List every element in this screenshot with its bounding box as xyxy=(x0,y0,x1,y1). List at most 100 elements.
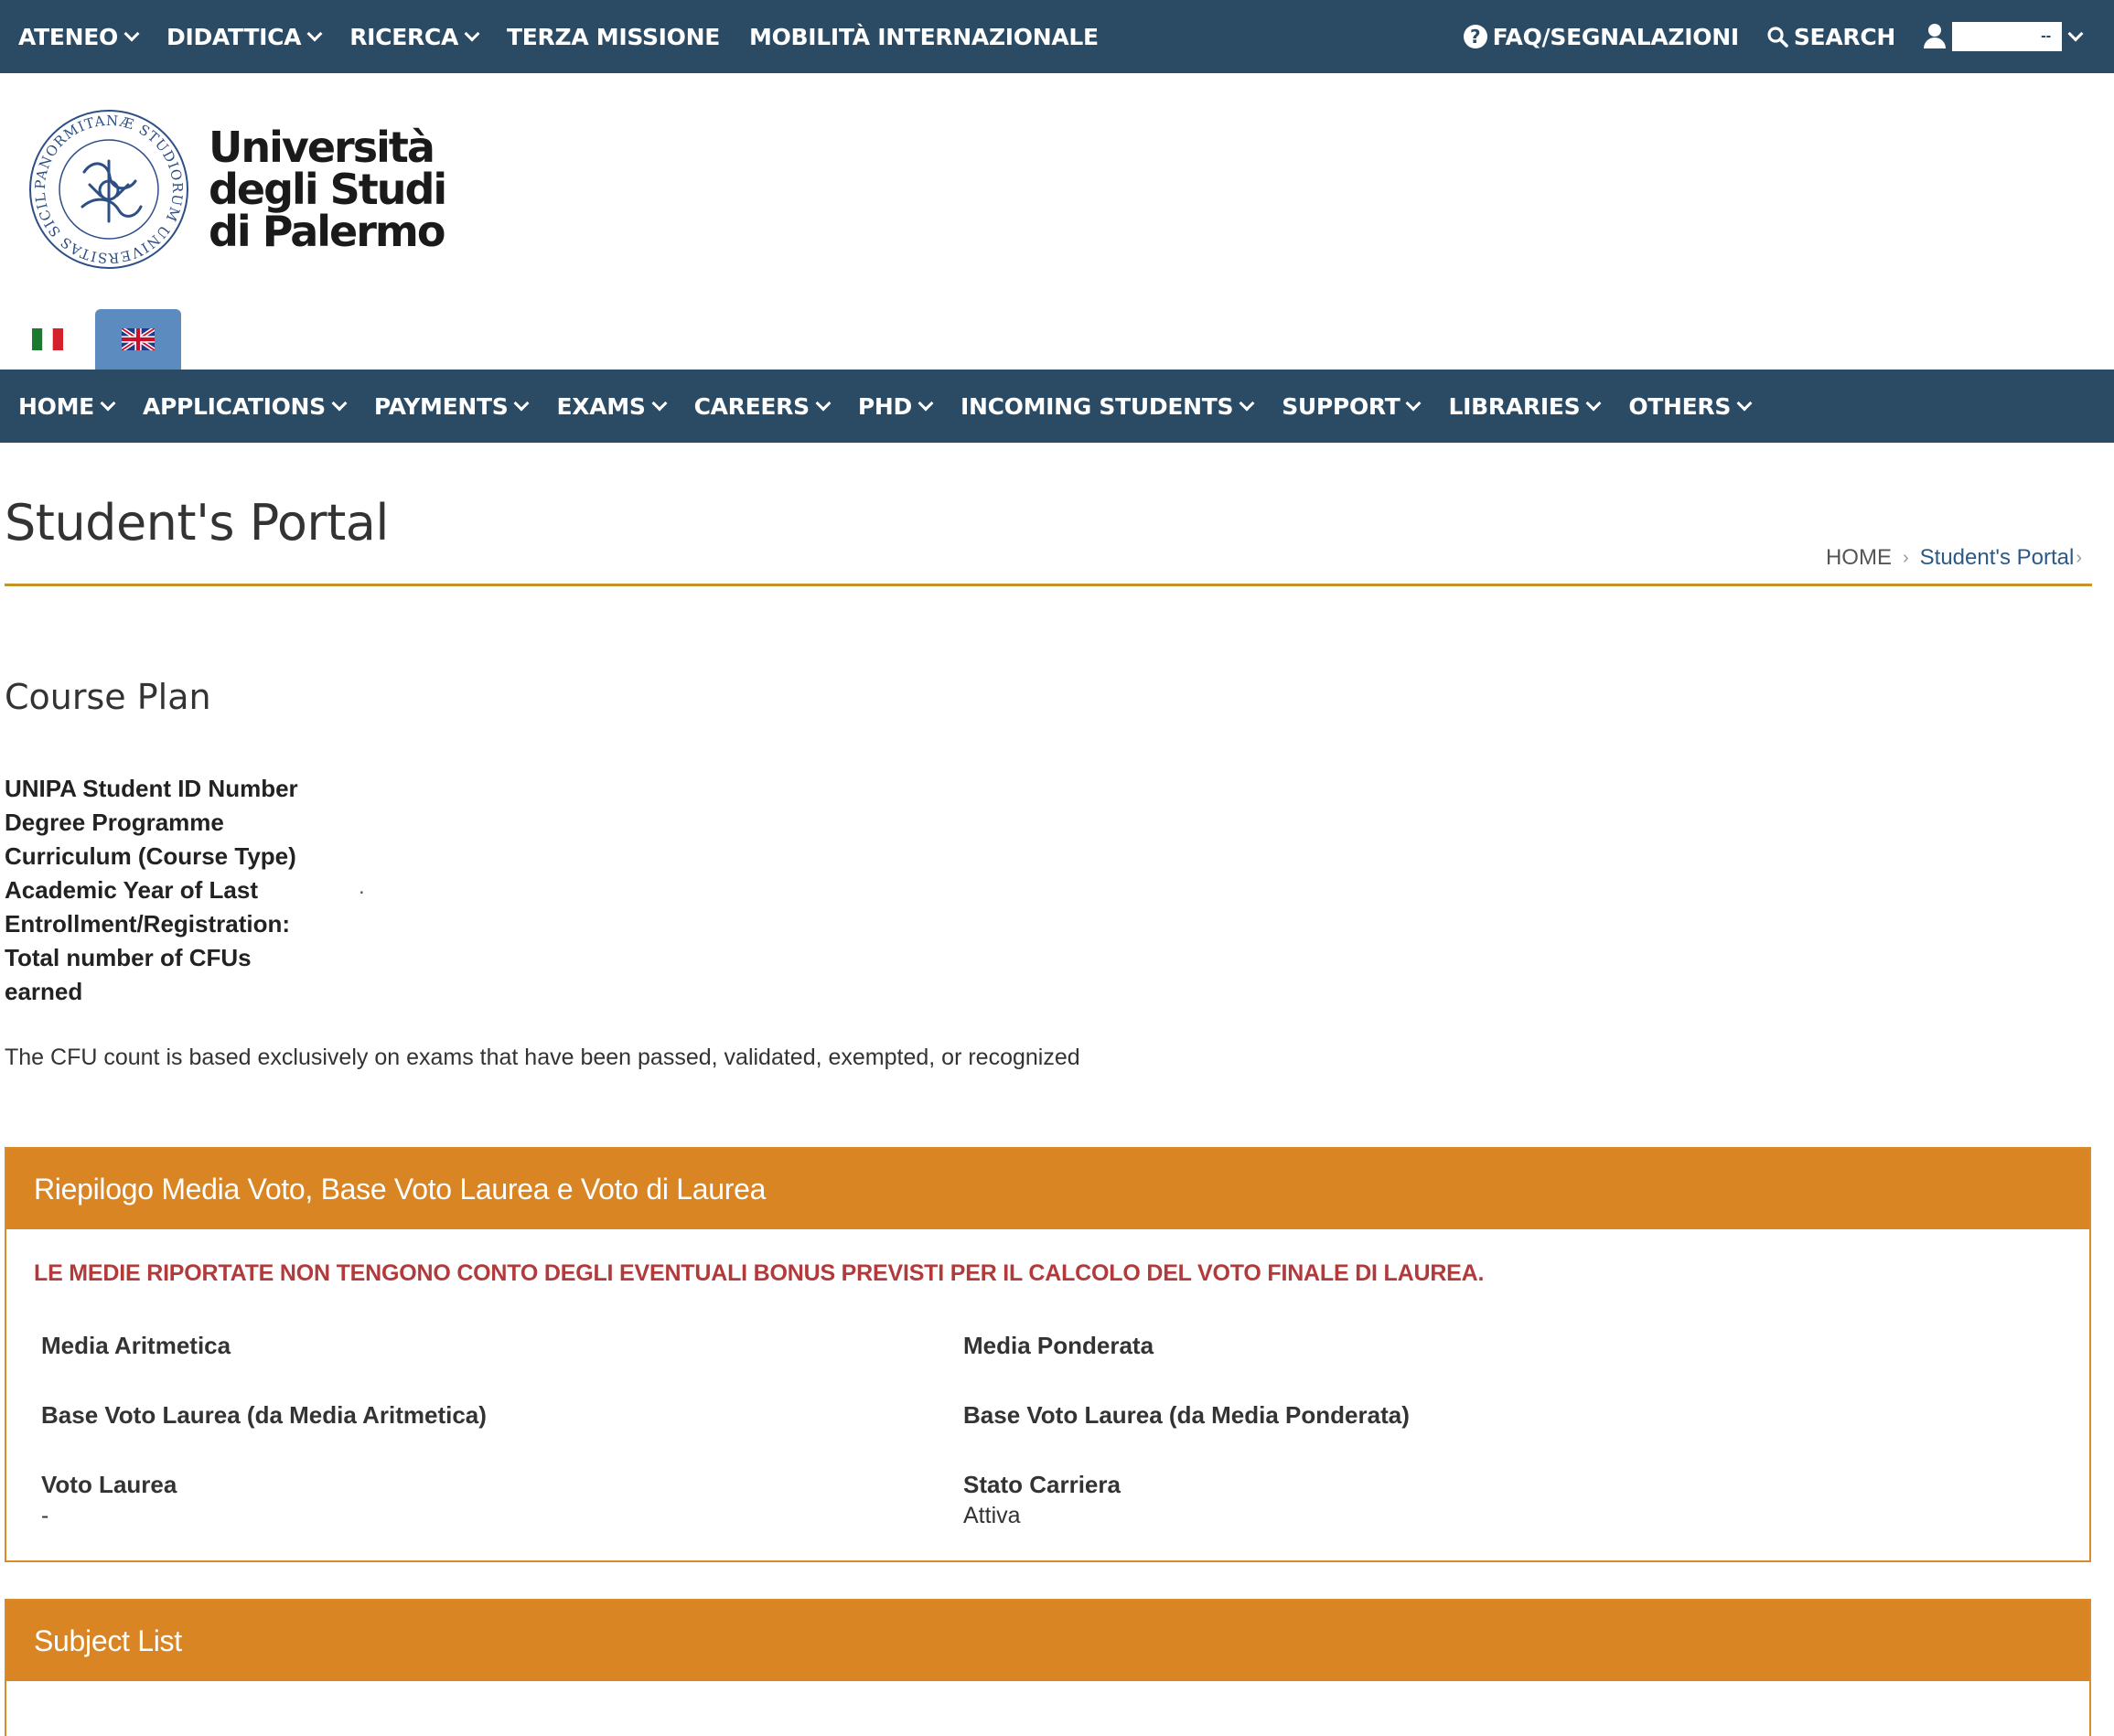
field-student-id-label: UNIPA Student ID Number xyxy=(5,775,298,802)
chevron-down-icon xyxy=(917,395,934,412)
university-seal-icon: PANORMITANÆ STUDIORUM UNIVERSITAS SICILI… xyxy=(27,108,188,269)
main-nav-careers[interactable]: CAREERS xyxy=(693,392,832,420)
stato-carriera-value: Attiva xyxy=(963,1503,1021,1528)
uk-flag-icon xyxy=(122,328,155,350)
user-icon xyxy=(1923,24,1947,49)
top-nav-ricerca[interactable]: RICERCA xyxy=(349,23,480,50)
summary-panel-header: Riepilogo Media Voto, Base Voto Laurea e… xyxy=(6,1149,2089,1229)
university-name-line1: Università xyxy=(209,123,435,172)
top-nav-label: ATENEO xyxy=(18,23,118,50)
summary-panel: Riepilogo Media Voto, Base Voto Laurea e… xyxy=(5,1147,2091,1562)
voto-laurea-value: - xyxy=(41,1503,49,1528)
top-nav-label: RICERCA xyxy=(349,23,459,50)
title-divider xyxy=(5,584,2092,586)
chevron-down-icon xyxy=(100,395,116,412)
field-degree-programme-label: Degree Programme xyxy=(5,809,224,836)
main-nav-applications[interactable]: APPLICATIONS xyxy=(142,392,348,420)
averages-warning: LE MEDIE RIPORTATE NON TENGONO CONTO DEG… xyxy=(34,1260,1485,1286)
main-nav-home[interactable]: HOME xyxy=(18,392,116,420)
breadcrumb-home[interactable]: HOME xyxy=(1826,545,1892,571)
top-nav: ATENEO DIDATTICA RICERCA TERZA MISSIONE … xyxy=(0,24,1128,50)
voto-laurea: Voto Laurea - xyxy=(41,1471,177,1529)
field-curriculum-label: Curriculum (Course Type) xyxy=(5,842,296,870)
page-title: Student's Portal xyxy=(5,494,389,552)
base-voto-ponderata: Base Voto Laurea (da Media Ponderata) xyxy=(963,1401,1410,1433)
base-voto-aritmetica-label: Base Voto Laurea (da Media Aritmetica) xyxy=(41,1401,487,1429)
base-voto-ponderata-label: Base Voto Laurea (da Media Ponderata) xyxy=(963,1401,1410,1429)
university-name-line3: di Palermo xyxy=(209,207,445,256)
university-name-line2: degli Studi xyxy=(209,165,447,214)
media-aritmetica: Media Aritmetica xyxy=(41,1332,231,1364)
stato-carriera: Stato Carriera Attiva xyxy=(963,1471,1121,1529)
field-academic-year-label: Academic Year of Last Entrollment/Regist… xyxy=(5,876,291,938)
course-plan-title: Course Plan xyxy=(5,677,211,717)
main-nav-payments[interactable]: PAYMENTS xyxy=(373,392,530,420)
chevron-down-icon xyxy=(1405,395,1422,412)
top-bar: ATENEO DIDATTICA RICERCA TERZA MISSIONE … xyxy=(0,0,2114,73)
user-name-box: -- xyxy=(1952,22,2062,51)
faq-link[interactable]: ? FAQ/SEGNALAZIONI xyxy=(1463,23,1740,50)
top-nav-label: MOBILITÀ INTERNAZIONALE xyxy=(749,23,1099,50)
academic-year-value: . xyxy=(359,874,365,899)
stato-carriera-label: Stato Carriera xyxy=(963,1471,1121,1498)
chevron-down-icon xyxy=(1736,395,1753,412)
media-ponderata: Media Ponderata xyxy=(963,1332,1154,1364)
main-nav-incoming-students[interactable]: INCOMING STUDENTS xyxy=(960,392,1255,420)
top-nav-didattica[interactable]: DIDATTICA xyxy=(166,23,323,50)
question-circle-icon: ? xyxy=(1463,25,1487,48)
base-voto-aritmetica: Base Voto Laurea (da Media Aritmetica) xyxy=(41,1401,487,1433)
subject-list-panel: Subject List xyxy=(5,1599,2091,1736)
search-icon xyxy=(1767,27,1788,48)
cfu-note: The CFU count is based exclusively on ex… xyxy=(5,1045,1080,1070)
main-nav-support[interactable]: SUPPORT xyxy=(1282,392,1422,420)
media-ponderata-label: Media Ponderata xyxy=(963,1332,1154,1359)
chevron-down-icon xyxy=(306,26,323,42)
main-nav-label: OTHERS xyxy=(1628,392,1732,420)
main-nav: HOME APPLICATIONS PAYMENTS EXAMS CAREERS… xyxy=(0,370,2114,443)
main-nav-label: SUPPORT xyxy=(1282,392,1400,420)
chevron-down-icon xyxy=(651,395,668,412)
faq-label: FAQ/SEGNALAZIONI xyxy=(1492,23,1740,50)
top-nav-label: DIDATTICA xyxy=(166,23,302,50)
top-utility: ? FAQ/SEGNALAZIONI SEARCH -- xyxy=(1436,0,2084,73)
main-nav-label: PHD xyxy=(857,392,912,420)
search-link[interactable]: SEARCH xyxy=(1766,24,1895,50)
chevron-right-icon: › xyxy=(2076,547,2082,568)
chevron-down-icon xyxy=(1239,395,1255,412)
voto-laurea-label: Voto Laurea xyxy=(41,1471,177,1498)
top-nav-ateneo[interactable]: ATENEO xyxy=(18,23,140,50)
field-total-cfu-label: Total number of CFUs earned xyxy=(5,944,252,1005)
university-logo[interactable]: PANORMITANÆ STUDIORUM UNIVERSITAS SICILI… xyxy=(27,108,447,271)
subject-list-header: Subject List xyxy=(6,1601,2089,1681)
top-nav-mobilita[interactable]: MOBILITÀ INTERNAZIONALE xyxy=(749,24,1099,50)
main-nav-label: APPLICATIONS xyxy=(142,392,326,420)
main-nav-label: PAYMENTS xyxy=(373,392,509,420)
main-nav-exams[interactable]: EXAMS xyxy=(556,392,668,420)
main-nav-label: CAREERS xyxy=(693,392,810,420)
chevron-down-icon xyxy=(1585,395,1602,412)
italian-flag-icon xyxy=(32,328,63,350)
main-nav-phd[interactable]: PHD xyxy=(857,392,934,420)
main-nav-others[interactable]: OTHERS xyxy=(1628,392,1753,420)
search-label: SEARCH xyxy=(1793,23,1895,50)
main-nav-label: EXAMS xyxy=(556,392,646,420)
breadcrumb: HOME › Student's Portal › xyxy=(1826,545,2082,571)
chevron-right-icon: › xyxy=(1902,547,1909,568)
chevron-down-icon xyxy=(513,395,530,412)
course-plan-info: UNIPA Student ID Number Degree Programme… xyxy=(5,772,316,1009)
language-english-button[interactable] xyxy=(95,309,181,370)
main-nav-label: HOME xyxy=(18,392,94,420)
top-nav-terza-missione[interactable]: TERZA MISSIONE xyxy=(507,24,720,50)
chevron-down-icon xyxy=(815,395,832,412)
language-italian-button[interactable] xyxy=(18,309,77,370)
chevron-down-icon xyxy=(123,26,140,42)
breadcrumb-current[interactable]: Student's Portal xyxy=(1920,545,2075,571)
main-nav-libraries[interactable]: LIBRARIES xyxy=(1448,393,1602,420)
chevron-down-icon xyxy=(331,395,348,412)
chevron-down-icon xyxy=(2067,26,2084,42)
user-menu[interactable]: -- xyxy=(1923,22,2084,51)
media-aritmetica-label: Media Aritmetica xyxy=(41,1332,231,1359)
main-nav-label: INCOMING STUDENTS xyxy=(960,392,1234,420)
university-name: Università degli Studi di Palermo xyxy=(209,123,447,256)
chevron-down-icon xyxy=(464,26,480,42)
